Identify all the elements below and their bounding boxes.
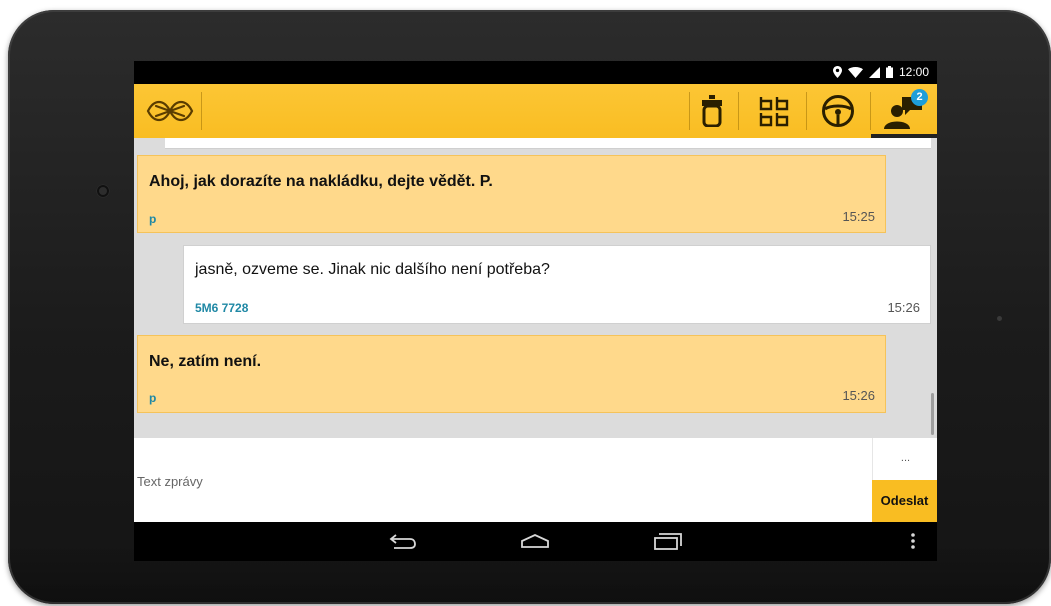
actionbar-divider [738, 92, 739, 130]
wifi-icon [847, 66, 863, 78]
overflow-menu-button[interactable] [893, 529, 933, 553]
home-icon [521, 534, 549, 548]
message-input-placeholder: Text zprávy [137, 474, 203, 489]
routes-tab[interactable] [754, 93, 794, 129]
messages-tab[interactable] [871, 84, 937, 138]
message-time: 15:26 [887, 300, 920, 315]
status-time: 12:00 [898, 65, 929, 79]
overflow-menu-icon [911, 533, 915, 549]
status-bar: 12:00 [134, 61, 937, 84]
home-button[interactable] [515, 529, 555, 553]
front-camera [97, 185, 109, 197]
back-icon [389, 534, 416, 549]
battery-icon [885, 66, 893, 78]
message-list[interactable]: Ahoj, jak dorazíte na nakládku, dejte vě… [134, 138, 937, 438]
more-button[interactable]: ... [872, 438, 937, 480]
message-text: Ahoj, jak dorazíte na nakládku, dejte vě… [149, 173, 493, 190]
actionbar-divider [689, 92, 690, 130]
message-time: 15:26 [842, 388, 875, 403]
steering-wheel-icon [822, 95, 854, 127]
message-time: 15:25 [842, 209, 875, 224]
message-bubble: Ahoj, jak dorazíte na nakládku, dejte vě… [137, 155, 886, 233]
message-input[interactable]: Text zprávy [134, 438, 871, 522]
actionbar-divider [201, 92, 202, 130]
message-sender: 5M6 7728 [195, 301, 249, 315]
previous-message-stub [165, 138, 931, 149]
vehicle-icon [702, 95, 722, 127]
vehicle-tab[interactable] [692, 93, 732, 129]
driving-tab[interactable] [818, 93, 858, 129]
message-composer: Text zprávy ... Odeslat [134, 438, 937, 522]
back-button[interactable] [383, 529, 423, 553]
message-sender: p [149, 391, 157, 405]
message-bubble: Ne, zatím není. p 15:26 [137, 335, 886, 413]
message-bubble: jasně, ozveme se. Jinak nic dalšího není… [183, 245, 931, 324]
signal-icon [868, 66, 880, 78]
scrollbar[interactable] [931, 393, 934, 435]
message-text: Ne, zatím není. [149, 353, 262, 370]
route-grid-icon [759, 97, 789, 127]
action-bar: 2 [134, 84, 937, 138]
send-button[interactable]: Odeslat [872, 480, 937, 522]
message-text: jasně, ozveme se. Jinak nic dalšího není… [195, 261, 550, 278]
recents-icon [654, 533, 682, 550]
light-sensor [997, 316, 1002, 321]
recents-button[interactable] [648, 529, 688, 553]
app-logo-icon[interactable] [144, 97, 196, 125]
unread-badge: 2 [911, 89, 928, 106]
message-sender: p [149, 212, 157, 226]
tablet-screen: 12:00 2 Ahoj, jak dorazíte na nakládku, … [134, 61, 937, 561]
navigation-bar [134, 522, 937, 561]
actionbar-divider [806, 92, 807, 130]
location-icon [832, 66, 842, 78]
